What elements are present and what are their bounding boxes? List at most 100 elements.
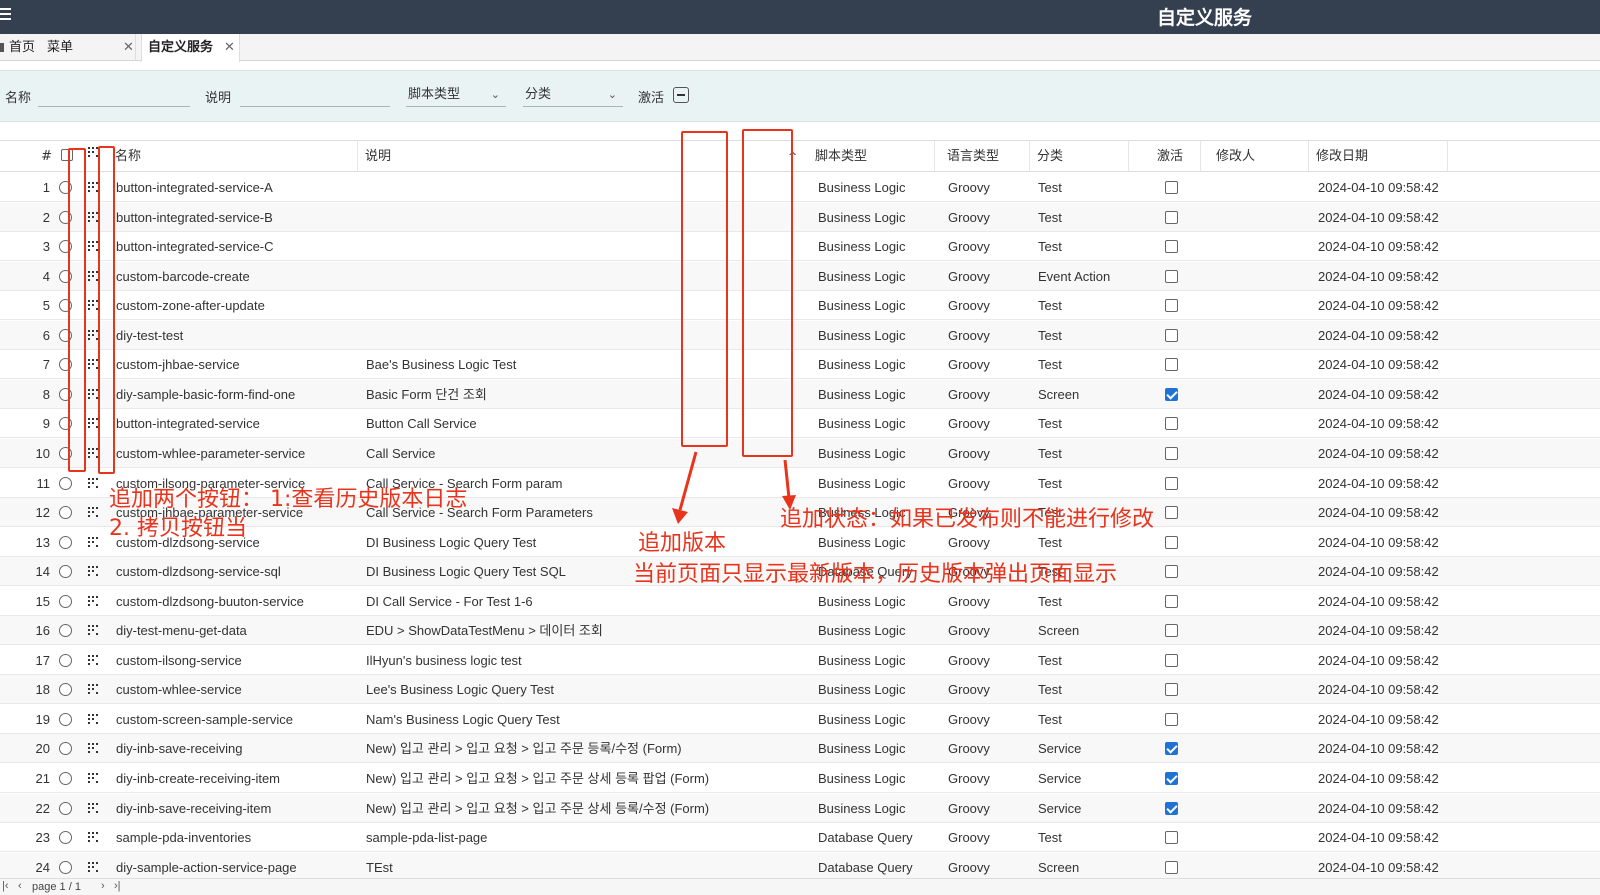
first-page-icon[interactable]: |‹ <box>2 880 9 892</box>
cell-category[interactable]: Screen <box>1038 380 1138 409</box>
col-name[interactable]: 名称 <box>115 141 358 171</box>
cell-lang[interactable]: Groovy <box>948 734 1028 763</box>
cell-category[interactable]: Test <box>1038 439 1138 468</box>
cell-desc[interactable]: New) 입고 관리 > 입고 요청 > 입고 주문 상세 등록 팝업 (For… <box>366 764 786 793</box>
active-checkbox[interactable] <box>1165 712 1178 726</box>
cell-modifier[interactable] <box>1218 764 1308 793</box>
cell-modified-date[interactable]: 2024-04-10 09:58:42 <box>1318 557 1458 586</box>
cell-modified-date[interactable]: 2024-04-10 09:58:42 <box>1318 469 1458 498</box>
drag-handle-icon[interactable] <box>88 507 100 518</box>
filter-category-select[interactable]: 分类 ⌄ <box>523 83 623 107</box>
active-checkbox[interactable] <box>1165 624 1178 638</box>
active-checkbox[interactable] <box>1165 417 1178 431</box>
cell-name[interactable]: button-integrated-service-A <box>116 173 356 202</box>
cell-lang[interactable]: Groovy <box>948 646 1028 675</box>
cell-modified-date[interactable]: 2024-04-10 09:58:42 <box>1318 232 1458 261</box>
last-page-icon[interactable]: ›| <box>114 880 121 892</box>
active-checkbox[interactable] <box>1165 772 1178 785</box>
prev-page-icon[interactable]: ‹ <box>18 880 22 892</box>
active-checkbox[interactable] <box>1165 387 1178 401</box>
cell-lang[interactable]: Groovy <box>948 764 1028 793</box>
drag-handle-icon[interactable] <box>88 684 100 695</box>
cell-modified-date[interactable]: 2024-04-10 09:58:42 <box>1318 262 1458 291</box>
cell-modified-date[interactable]: 2024-04-10 09:58:42 <box>1318 646 1458 675</box>
row-radio[interactable] <box>59 476 72 490</box>
table-row[interactable]: 20 diy-inb-save-receiving New) 입고 관리 > 입고 … <box>0 734 1600 764</box>
cell-script-type[interactable]: Business Logic <box>818 262 938 291</box>
cell-modified-date[interactable]: 2024-04-10 09:58:42 <box>1318 439 1458 468</box>
cell-category[interactable]: Test <box>1038 350 1138 379</box>
cell-modified-date[interactable]: 2024-04-10 09:58:42 <box>1318 409 1458 438</box>
cell-modifier[interactable] <box>1218 409 1308 438</box>
active-checkbox[interactable] <box>1165 653 1178 667</box>
cell-modified-date[interactable]: 2024-04-10 09:58:42 <box>1318 173 1458 202</box>
active-checkbox[interactable] <box>1165 240 1178 254</box>
tab-menu-close-icon[interactable]: ✕ <box>123 34 134 61</box>
row-radio[interactable] <box>59 772 72 785</box>
drag-handle-icon[interactable] <box>88 566 100 577</box>
cell-script-type[interactable]: Business Logic <box>818 291 938 320</box>
cell-modifier[interactable] <box>1218 823 1308 852</box>
drag-handle-icon[interactable] <box>88 802 100 814</box>
cell-desc[interactable]: DI Call Service - For Test 1-6 <box>366 587 786 616</box>
cell-lang[interactable]: Groovy <box>948 823 1028 852</box>
row-radio[interactable] <box>59 801 72 815</box>
drag-handle-icon[interactable] <box>88 743 100 754</box>
next-page-icon[interactable]: › <box>101 880 105 892</box>
cell-name[interactable]: custom-zone-after-update <box>116 291 356 320</box>
cell-category[interactable]: Test <box>1038 173 1138 202</box>
cell-name[interactable]: diy-sample-basic-form-find-one <box>116 380 356 409</box>
cell-category[interactable]: Event Action <box>1038 262 1138 291</box>
cell-name[interactable]: diy-test-test <box>116 321 356 350</box>
filter-name-input[interactable] <box>38 83 190 107</box>
cell-modifier[interactable] <box>1218 321 1308 350</box>
cell-desc[interactable]: New) 입고 관리 > 입고 요청 > 입고 주문 등록/수정 (Form) <box>366 734 786 763</box>
filter-script-type-select[interactable]: 脚本类型 ⌄ <box>406 83 506 107</box>
cell-script-type[interactable]: Business Logic <box>818 764 938 793</box>
active-checkbox[interactable] <box>1165 269 1178 283</box>
tab-custom-service[interactable]: 自定义服务 ✕ <box>141 34 240 62</box>
cell-modifier[interactable] <box>1218 232 1308 261</box>
cell-modifier[interactable] <box>1218 557 1308 586</box>
drag-handle-icon[interactable] <box>88 832 100 843</box>
cell-name[interactable]: custom-dlzdsong-service-sql <box>116 557 356 586</box>
cell-desc[interactable]: sample-pda-list-page <box>366 823 786 852</box>
cell-modified-date[interactable]: 2024-04-10 09:58:42 <box>1318 587 1458 616</box>
active-checkbox[interactable] <box>1165 476 1178 490</box>
active-checkbox[interactable] <box>1165 683 1178 697</box>
drag-handle-icon[interactable] <box>88 654 100 666</box>
cell-script-type[interactable]: Business Logic <box>818 380 938 409</box>
cell-modified-date[interactable]: 2024-04-10 09:58:42 <box>1318 794 1458 823</box>
row-radio[interactable] <box>59 653 72 667</box>
cell-name[interactable]: custom-whlee-service <box>116 675 356 704</box>
col-desc[interactable]: 说明 <box>365 141 795 171</box>
table-row[interactable]: 9 button-integrated-service Button Call Se… <box>0 409 1600 439</box>
cell-name[interactable]: diy-inb-create-receiving-item <box>116 764 356 793</box>
cell-script-type[interactable]: Business Logic <box>818 587 938 616</box>
row-radio[interactable] <box>59 683 72 697</box>
cell-name[interactable]: button-integrated-service-B <box>116 203 356 232</box>
active-checkbox[interactable] <box>1165 446 1178 460</box>
cell-name[interactable]: custom-barcode-create <box>116 262 356 291</box>
cell-desc[interactable]: Nam's Business Logic Query Test <box>366 705 786 734</box>
active-checkbox[interactable] <box>1165 742 1178 756</box>
table-row[interactable]: 6 diy-test-test Business Logic Groovy Test 20… <box>0 320 1600 350</box>
col-modified-date[interactable]: 修改日期 <box>1316 141 1448 171</box>
cell-lang[interactable]: Groovy <box>948 794 1028 823</box>
cell-category[interactable]: Test <box>1038 409 1138 438</box>
drag-handle-icon[interactable] <box>88 477 100 489</box>
cell-category[interactable]: Test <box>1038 469 1138 498</box>
cell-category[interactable]: Test <box>1038 291 1138 320</box>
cell-script-type[interactable]: Database Query <box>818 823 938 852</box>
active-checkbox[interactable] <box>1165 358 1178 372</box>
cell-modifier[interactable] <box>1218 291 1308 320</box>
active-checkbox[interactable] <box>1165 831 1178 845</box>
active-checkbox[interactable] <box>1165 210 1178 224</box>
table-row[interactable]: 22 diy-inb-save-receiving-item New) 입고 관리 … <box>0 793 1600 823</box>
cell-modifier[interactable] <box>1218 794 1308 823</box>
cell-modified-date[interactable]: 2024-04-10 09:58:42 <box>1318 675 1458 704</box>
cell-modified-date[interactable]: 2024-04-10 09:58:42 <box>1318 734 1458 763</box>
table-row[interactable]: 19 custom-screen-sample-service Nam's Busi… <box>0 705 1600 734</box>
cell-name[interactable]: custom-dlzdsong-buuton-service <box>116 587 356 616</box>
cell-category[interactable]: Test <box>1038 232 1138 261</box>
